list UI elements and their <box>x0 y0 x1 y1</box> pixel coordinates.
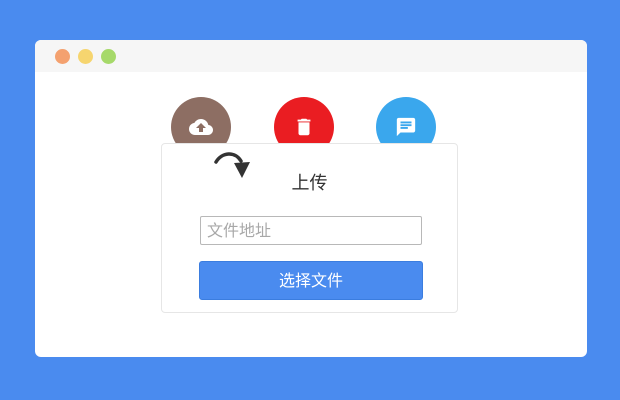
zoom-window-button[interactable] <box>101 49 116 64</box>
window-titlebar <box>35 40 587 72</box>
upload-panel: 上传 选择文件 <box>161 143 458 313</box>
curved-arrow-icon <box>214 152 250 178</box>
minimize-window-button[interactable] <box>78 49 93 64</box>
choose-file-button[interactable]: 选择文件 <box>199 261 423 300</box>
trash-icon <box>293 116 315 138</box>
comment-icon <box>395 116 417 138</box>
app-window: 上传 选择文件 <box>35 40 587 357</box>
file-path-input[interactable] <box>200 216 422 245</box>
close-window-button[interactable] <box>55 49 70 64</box>
cloud-upload-icon <box>189 115 213 139</box>
panel-title: 上传 <box>291 173 328 194</box>
window-content: 上传 选择文件 <box>35 72 587 357</box>
